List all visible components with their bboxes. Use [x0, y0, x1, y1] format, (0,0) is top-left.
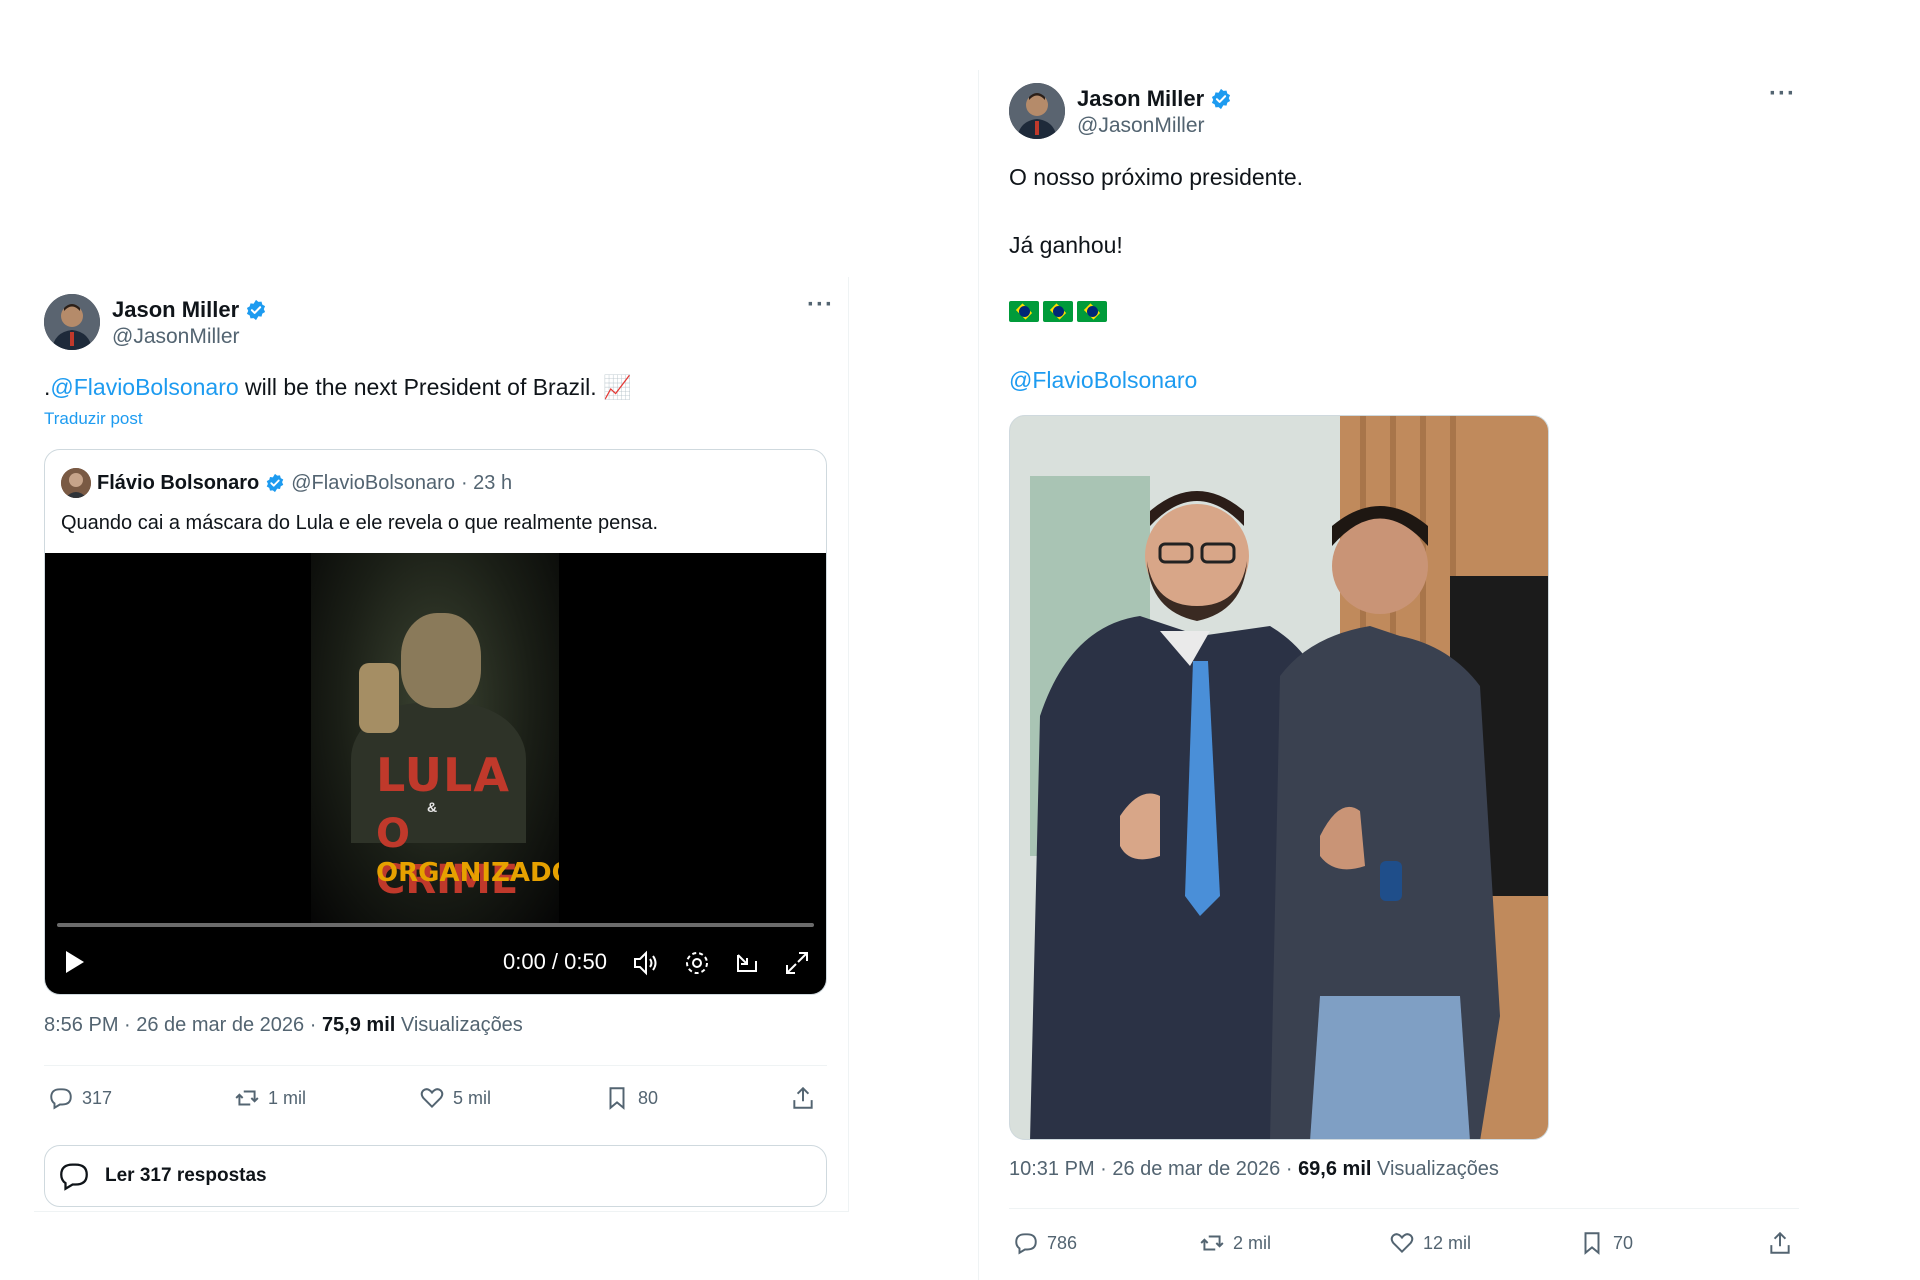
poster-title-line1: LULA — [376, 748, 510, 802]
quote-author-handle[interactable]: @FlavioBolsonaro — [291, 472, 455, 495]
author-avatar[interactable] — [44, 294, 100, 350]
video-controls: 0:00 / 0:50 — [45, 945, 826, 985]
photo-two-men-thumbs-up — [1010, 416, 1548, 1139]
quote-author-avatar[interactable] — [61, 468, 91, 498]
divider — [44, 1065, 827, 1066]
video-player[interactable]: LULA & O CRIME ORGANIZADO 0:00 / 0:50 — [45, 553, 826, 994]
views-label: Visualizações — [395, 1014, 523, 1036]
verified-badge-icon — [267, 473, 284, 493]
chart-increasing-emoji: 📈 — [603, 374, 632, 400]
reply-icon — [50, 1088, 72, 1110]
post-text-line1: O nosso próximo presidente. — [1009, 164, 1304, 190]
views-count: 69,6 mil — [1298, 1158, 1372, 1180]
reply-button[interactable]: 317 — [48, 1085, 112, 1111]
more-options-button[interactable]: ··· — [807, 291, 834, 319]
like-count: 5 mil — [453, 1087, 492, 1108]
video-time: 0:00 / 0:50 — [503, 949, 607, 974]
repost-button[interactable]: 1 mil — [234, 1085, 306, 1111]
repost-icon — [1200, 1235, 1224, 1251]
brazil-flag-icon — [1043, 301, 1073, 322]
bookmark-icon — [609, 1087, 625, 1110]
like-count: 12 mil — [1423, 1232, 1472, 1253]
replies-bubble-icon — [60, 1163, 88, 1191]
like-button[interactable]: 12 mil — [1389, 1230, 1471, 1256]
settings-gear-icon[interactable] — [683, 949, 711, 983]
volume-icon[interactable] — [632, 949, 660, 983]
share-button[interactable] — [790, 1085, 816, 1111]
share-button[interactable] — [1767, 1230, 1793, 1256]
poster-figure-head — [401, 613, 481, 708]
bookmark-icon — [1584, 1232, 1600, 1255]
post-jason-miller-2[interactable]: Jason Miller @JasonMiller ··· O nosso pr… — [978, 70, 1808, 1280]
views-label: Visualizações — [1371, 1158, 1499, 1180]
verified-badge-icon — [1212, 88, 1231, 110]
bookmark-button[interactable]: 70 — [1579, 1230, 1633, 1256]
video-poster[interactable]: LULA & O CRIME ORGANIZADO — [311, 553, 559, 923]
mention-link[interactable]: @FlavioBolsonaro — [50, 374, 238, 400]
mention-link[interactable]: @FlavioBolsonaro — [1009, 365, 1197, 395]
reply-count: 317 — [82, 1087, 113, 1108]
repost-button[interactable]: 2 mil — [1199, 1230, 1271, 1256]
reply-icon — [1015, 1233, 1037, 1255]
repost-icon — [235, 1090, 259, 1106]
author-handle[interactable]: @JasonMiller — [112, 325, 240, 349]
brazil-flag-icon — [1009, 301, 1039, 322]
poster-title-line4: ORGANIZADO — [376, 858, 559, 888]
video-progress-bar[interactable] — [57, 923, 814, 927]
translate-post-link[interactable]: Traduzir post — [44, 409, 143, 429]
author-name[interactable]: Jason Miller — [112, 297, 239, 323]
quote-text: Quando cai a máscara do Lula e ele revel… — [61, 512, 659, 534]
views-count: 75,9 mil — [321, 1014, 396, 1036]
repost-count: 1 mil — [268, 1087, 307, 1108]
bookmark-count: 70 — [1613, 1232, 1634, 1253]
read-replies-button[interactable]: Ler 317 respostas — [44, 1145, 827, 1207]
share-icon — [793, 1086, 813, 1109]
play-icon[interactable] — [63, 949, 87, 981]
post-timestamp-views: 10:31 PM · 26 de mar de 2026 · 69,6 mil … — [1009, 1158, 1499, 1181]
post-text-line2: Já ganhou! — [1009, 232, 1123, 258]
heart-icon — [420, 1088, 444, 1109]
quote-author-name[interactable]: Flávio Bolsonaro — [97, 472, 259, 495]
like-button[interactable]: 5 mil — [419, 1085, 491, 1111]
bookmark-button[interactable]: 80 — [604, 1085, 658, 1111]
poster-figure-hand — [359, 663, 399, 733]
quoted-post[interactable]: Flávio Bolsonaro @FlavioBolsonaro · 23 h… — [44, 449, 827, 995]
post-timestamp[interactable]: 8:56 PM · 26 de mar de 2026 · — [44, 1014, 322, 1036]
reply-count: 786 — [1047, 1232, 1078, 1253]
author-avatar[interactable] — [1009, 83, 1065, 139]
repost-count: 2 mil — [1233, 1232, 1272, 1253]
quote-age: · 23 h — [460, 471, 513, 494]
heart-icon — [1390, 1233, 1414, 1254]
post-timestamp[interactable]: 10:31 PM · 26 de mar de 2026 · — [1009, 1158, 1298, 1180]
brazil-flag-icon — [1077, 301, 1107, 322]
author-handle[interactable]: @JasonMiller — [1077, 114, 1205, 138]
fullscreen-icon[interactable] — [783, 949, 811, 983]
post-photo[interactable] — [1009, 415, 1549, 1140]
more-options-button[interactable]: ··· — [1769, 80, 1796, 108]
divider — [1009, 1208, 1799, 1209]
bookmark-count: 80 — [638, 1087, 659, 1108]
flags-row — [1009, 301, 1107, 322]
post-text: .@FlavioBolsonaro will be the next Presi… — [44, 372, 834, 402]
reply-button[interactable]: 786 — [1013, 1230, 1077, 1256]
poster-title-line3: O CRIME — [376, 811, 519, 903]
author-name[interactable]: Jason Miller — [1077, 86, 1204, 112]
verified-badge-icon — [247, 299, 266, 321]
post-jason-miller-1[interactable]: Jason Miller @JasonMiller ··· .@FlavioBo… — [34, 277, 849, 1212]
share-icon — [1770, 1231, 1790, 1254]
post-timestamp-views: 8:56 PM · 26 de mar de 2026 · 75,9 mil V… — [44, 1014, 523, 1037]
post-text-body: will be the next President of Brazil. — [238, 374, 597, 400]
read-replies-label: Ler 317 respostas — [105, 1165, 267, 1186]
picture-in-picture-icon[interactable] — [733, 949, 761, 983]
